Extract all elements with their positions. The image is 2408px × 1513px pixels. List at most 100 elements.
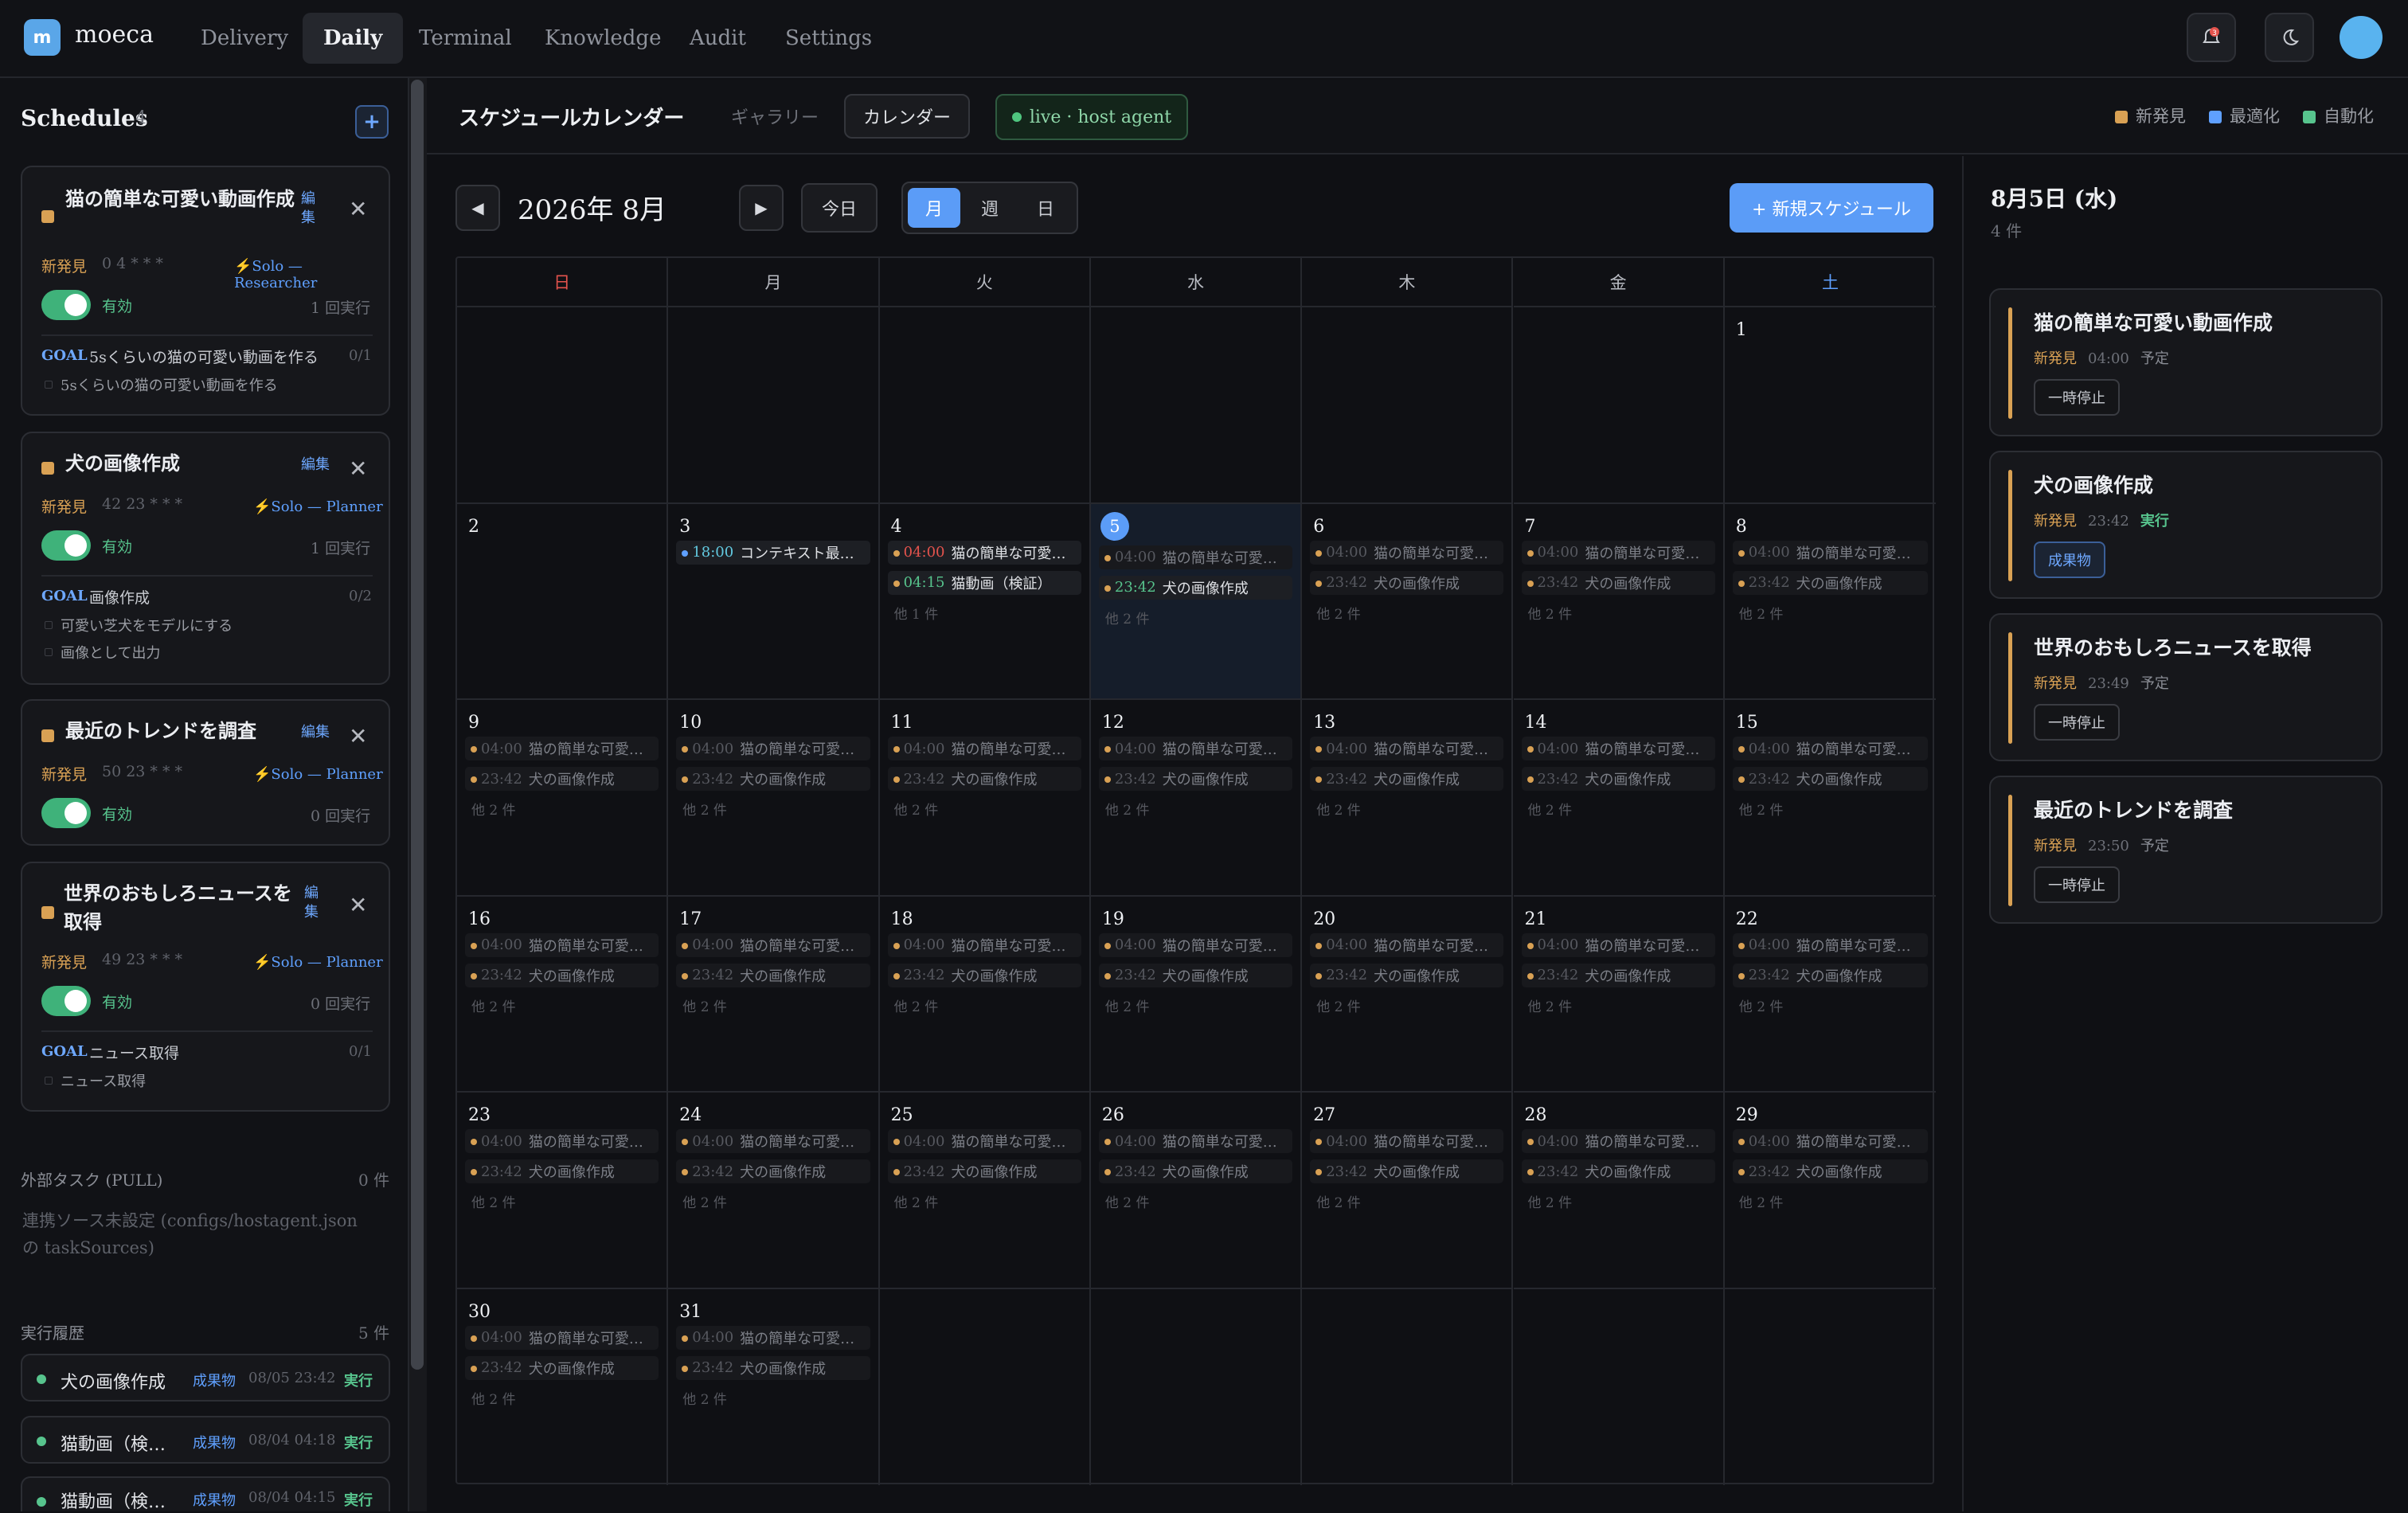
day-schedule-card[interactable]: 猫の簡単な可愛い動画作成 新発見 04:00 予定 一時停止 (1989, 288, 2383, 436)
calendar-event[interactable]: 23:42 犬の画像作成 (1732, 963, 1929, 987)
calendar-day-cell[interactable]: 15 04:00 猫の簡単な可愛… 23:42 犬の画像作成他 2 件 (1724, 700, 1937, 897)
calendar-event[interactable]: 23:42 犬の画像作成 (1521, 570, 1715, 595)
more-events-link[interactable]: 他 2 件 (1105, 799, 1150, 819)
more-events-link[interactable]: 他 2 件 (471, 1388, 516, 1408)
calendar-event[interactable]: 04:00 猫の簡単な可愛… (1098, 737, 1293, 760)
calendar-event[interactable]: 23:42 犬の画像作成 (465, 1159, 659, 1183)
calendar-day-cell[interactable]: 21 04:00 猫の簡単な可愛… 23:42 犬の画像作成他 2 件 (1513, 896, 1725, 1093)
more-events-link[interactable]: 他 2 件 (1105, 1191, 1150, 1211)
calendar-day-cell[interactable]: 30 04:00 猫の簡単な可愛… 23:42 犬の画像作成他 2 件 (457, 1288, 669, 1485)
calendar-day-cell[interactable]: 13 04:00 猫の簡単な可愛… 23:42 犬の画像作成他 2 件 (1302, 700, 1514, 897)
calendar-event[interactable]: 04:00 猫の簡単な可愛… (887, 540, 1081, 565)
enable-toggle[interactable] (41, 986, 91, 1016)
calendar-event[interactable]: 23:42 犬の画像作成 (465, 963, 659, 987)
calendar-event[interactable]: 04:00 猫の簡単な可愛… (1310, 1129, 1504, 1153)
more-events-link[interactable]: 他 2 件 (682, 1191, 727, 1211)
calendar-day-cell[interactable]: 29 04:00 猫の簡単な可愛… 23:42 犬の画像作成他 2 件 (1724, 1093, 1937, 1289)
more-events-link[interactable]: 他 2 件 (1316, 995, 1361, 1015)
close-icon[interactable]: ✕ (349, 892, 367, 918)
day-schedule-card[interactable]: 犬の画像作成 新発見 23:42 実行 成果物 (1989, 451, 2383, 599)
more-events-link[interactable]: 他 2 件 (894, 1191, 939, 1211)
more-events-link[interactable]: 他 2 件 (894, 995, 939, 1015)
calendar-event[interactable]: 04:00 猫の簡単な可愛… (887, 737, 1081, 760)
day-schedule-card[interactable]: 世界のおもしろニュースを取得 新発見 23:49 予定 一時停止 (1989, 613, 2383, 761)
calendar-event[interactable]: 04:00 猫の簡単な可愛… (676, 737, 870, 760)
calendar-day-cell[interactable]: 18 04:00 猫の簡単な可愛… 23:42 犬の画像作成他 2 件 (879, 896, 1091, 1093)
calendar-event[interactable]: 23:42 犬の画像作成 (1098, 575, 1293, 600)
add-schedule-button[interactable]: + (355, 105, 389, 139)
calendar-day-cell[interactable]: 27 04:00 猫の簡単な可愛… 23:42 犬の画像作成他 2 件 (1302, 1093, 1514, 1289)
calendar-event[interactable]: 23:42 犬の画像作成 (887, 767, 1081, 791)
calendar-day-cell[interactable]: 17 04:00 猫の簡単な可愛… 23:42 犬の画像作成他 2 件 (668, 896, 880, 1093)
calendar-event[interactable]: 04:00 猫の簡単な可愛… (887, 1129, 1081, 1153)
calendar-event[interactable]: 23:42 犬の画像作成 (1310, 570, 1504, 595)
edit-button[interactable]: 編集 (301, 455, 330, 475)
more-events-link[interactable]: 他 2 件 (471, 1191, 516, 1211)
calendar-day-cell[interactable]: 22 04:00 猫の簡単な可愛… 23:42 犬の画像作成他 2 件 (1724, 897, 1937, 1093)
calendar-event[interactable]: 04:00 猫の簡単な可愛… (1098, 932, 1293, 957)
calendar-day-cell[interactable]: 31 04:00 猫の簡単な可愛… 23:42 犬の画像作成他 2 件 (668, 1288, 880, 1485)
calendar-day-cell[interactable]: 7 04:00 猫の簡単な可愛… 23:42 犬の画像作成他 2 件 (1513, 503, 1725, 700)
calendar-day-cell[interactable]: 3 18:00 コンテキスト最… (668, 503, 880, 700)
calendar-event[interactable]: 23:42 犬の画像作成 (676, 963, 870, 987)
calendar-day-cell[interactable]: 14 04:00 猫の簡単な可愛… 23:42 犬の画像作成他 2 件 (1513, 700, 1725, 897)
calendar-event[interactable]: 04:00 猫の簡単な可愛… (676, 1325, 870, 1350)
calendar-event[interactable]: 23:42 犬の画像作成 (676, 1355, 870, 1380)
calendar-event[interactable]: 04:00 猫の簡単な可愛… (465, 1325, 659, 1350)
calendar-event[interactable]: 23:42 犬の画像作成 (676, 1159, 870, 1183)
calendar-event[interactable]: 04:00 猫の簡単な可愛… (465, 737, 659, 760)
calendar-event[interactable]: 23:42 犬の画像作成 (1310, 767, 1504, 791)
history-item[interactable]: 猫動画（検… 成果物 08/04 04:15 実行 (21, 1476, 390, 1512)
calendar-day-cell[interactable]: 26 04:00 猫の簡単な可愛… 23:42 犬の画像作成他 2 件 (1090, 1093, 1303, 1289)
calendar-event[interactable]: 23:42 犬の画像作成 (1310, 1159, 1504, 1183)
nav-daily[interactable]: Daily (303, 13, 404, 64)
more-events-link[interactable]: 他 2 件 (1316, 799, 1361, 819)
prev-month-button[interactable]: ◀ (455, 185, 500, 231)
sidebar-scrollbar[interactable] (411, 80, 424, 1370)
calendar-event[interactable]: 04:00 猫の簡単な可愛… (1098, 545, 1293, 569)
calendar-event[interactable]: 04:00 猫の簡単な可愛… (676, 1129, 870, 1153)
calendar-event[interactable]: 04:00 猫の簡単な可愛… (465, 932, 659, 957)
more-events-link[interactable]: 他 2 件 (471, 995, 516, 1015)
notification-button[interactable]: 3 (2187, 13, 2236, 62)
nav-knowledge[interactable]: Knowledge (524, 13, 682, 64)
close-icon[interactable]: ✕ (349, 455, 367, 482)
calendar-event[interactable]: 04:00 猫の簡単な可愛… (1732, 932, 1929, 957)
calendar-event[interactable]: 23:42 犬の画像作成 (1098, 1159, 1293, 1183)
nav-settings[interactable]: Settings (764, 13, 893, 64)
calendar-tab[interactable]: カレンダー (844, 94, 970, 139)
calendar-event[interactable]: 23:42 犬の画像作成 (676, 767, 870, 791)
enable-toggle[interactable] (41, 798, 91, 828)
calendar-event[interactable]: 23:42 犬の画像作成 (1521, 767, 1715, 791)
calendar-day-cell[interactable]: 25 04:00 猫の簡単な可愛… 23:42 犬の画像作成他 2 件 (879, 1093, 1091, 1289)
calendar-event[interactable]: 04:00 猫の簡単な可愛… (887, 932, 1081, 957)
more-events-link[interactable]: 他 2 件 (1528, 603, 1573, 623)
calendar-event[interactable]: 23:42 犬の画像作成 (887, 1159, 1081, 1183)
calendar-day-cell[interactable]: 6 04:00 猫の簡単な可愛… 23:42 犬の画像作成他 2 件 (1302, 503, 1514, 700)
calendar-event[interactable]: 04:00 猫の簡単な可愛… (1310, 737, 1504, 760)
calendar-event[interactable]: 04:00 猫の簡単な可愛… (1521, 737, 1715, 760)
nav-terminal[interactable]: Terminal (398, 13, 533, 64)
edit-button[interactable]: 編集 (301, 190, 322, 228)
calendar-event[interactable]: 04:00 猫の簡単な可愛… (1732, 737, 1929, 760)
calendar-day-cell[interactable]: 24 04:00 猫の簡単な可愛… 23:42 犬の画像作成他 2 件 (668, 1093, 880, 1289)
calendar-day-cell[interactable]: 5 04:00 猫の簡単な可愛… 23:42 犬の画像作成他 2 件 (1090, 503, 1303, 700)
calendar-day-cell[interactable]: 12 04:00 猫の簡単な可愛… 23:42 犬の画像作成他 2 件 (1090, 700, 1303, 897)
enable-toggle[interactable] (41, 290, 91, 320)
history-item[interactable]: 犬の画像作成 成果物 08/05 23:42 実行 (21, 1354, 390, 1402)
calendar-day-cell[interactable]: 19 04:00 猫の簡単な可愛… 23:42 犬の画像作成他 2 件 (1090, 896, 1303, 1093)
more-events-link[interactable]: 他 2 件 (682, 799, 727, 819)
more-events-link[interactable]: 他 2 件 (1316, 1191, 1361, 1211)
day-schedule-card[interactable]: 最近のトレンドを調査 新発見 23:50 予定 一時停止 (1989, 776, 2383, 924)
user-avatar[interactable] (2340, 16, 2383, 59)
calendar-day-cell[interactable]: 1 (1724, 307, 1937, 504)
calendar-event[interactable]: 04:00 猫の簡単な可愛… (1098, 1129, 1293, 1153)
calendar-event[interactable]: 23:42 犬の画像作成 (1521, 1159, 1715, 1183)
more-events-link[interactable]: 他 2 件 (1316, 603, 1361, 623)
nav-delivery[interactable]: Delivery (180, 13, 309, 64)
history-item[interactable]: 猫動画（検… 成果物 08/04 04:18 実行 (21, 1416, 390, 1464)
calendar-event[interactable]: 04:00 猫の簡単な可愛… (1310, 932, 1504, 957)
artifact-button[interactable]: 成果物 (2034, 541, 2105, 578)
calendar-event[interactable]: 23:42 犬の画像作成 (1732, 570, 1929, 595)
calendar-event[interactable]: 23:42 犬の画像作成 (1521, 963, 1715, 987)
